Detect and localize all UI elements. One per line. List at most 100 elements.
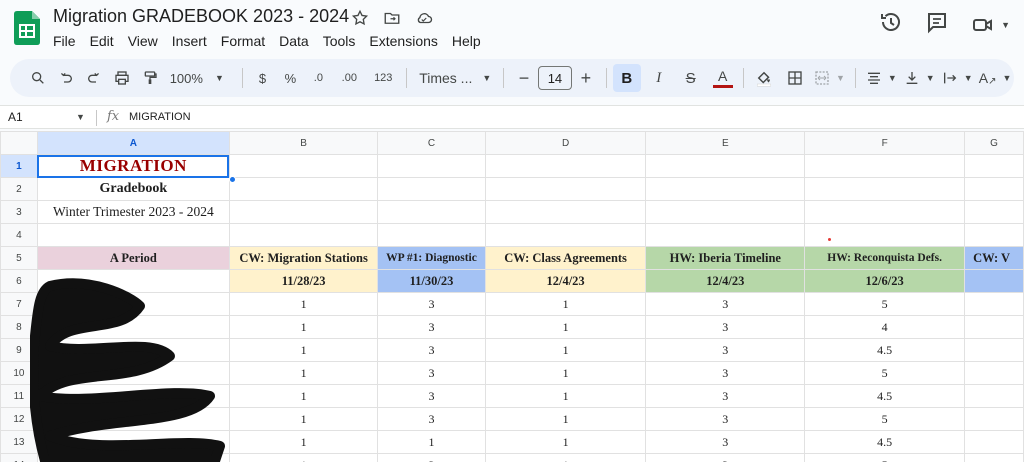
assignment-name[interactable]: HW: Iberia Timeline [645,246,806,270]
cell[interactable] [964,177,1024,201]
cell-a1-title[interactable]: MIGRATION [36,154,230,178]
sheets-logo-icon[interactable] [14,11,40,45]
cell[interactable] [645,200,806,224]
score-cell[interactable]: 4 [804,315,966,339]
score-cell[interactable]: 1 [228,384,379,408]
score-cell[interactable]: 3 [377,453,486,462]
menu-extensions[interactable]: Extensions [362,31,444,51]
undo-icon[interactable] [52,64,80,92]
paint-format-icon[interactable] [136,64,164,92]
menu-format[interactable]: Format [214,31,272,51]
score-cell[interactable]: 3 [645,315,806,339]
score-cell[interactable]: 1 [484,453,647,462]
cell[interactable] [804,200,966,224]
score-cell[interactable]: 1 [228,453,379,462]
score-cell[interactable]: 1 [484,338,647,362]
text-rotation-icon[interactable]: A ↗ ▼ [976,64,1014,92]
decrease-decimal-button[interactable]: .0 [304,64,332,92]
version-history-icon[interactable] [879,10,903,39]
score-cell[interactable]: 3 [645,338,806,362]
score-cell[interactable]: 4.5 [804,430,966,454]
assignment-date[interactable]: 11/30/23 [377,269,486,293]
score-cell[interactable]: 5 [804,407,966,431]
score-cell[interactable] [964,315,1024,339]
cell[interactable] [804,177,966,201]
menu-help[interactable]: Help [445,31,488,51]
score-cell[interactable] [964,361,1024,385]
row-header-4[interactable]: 4 [0,223,38,247]
bold-button[interactable]: B [612,64,641,92]
score-cell[interactable]: 3 [377,384,486,408]
score-cell[interactable]: 1 [484,315,647,339]
cell-a3-term[interactable]: Winter Trimester 2023 - 2024 [36,200,230,224]
score-cell[interactable]: 3 [645,361,806,385]
menu-file[interactable]: File [46,31,83,51]
cell[interactable] [36,223,230,247]
score-cell[interactable]: 1 [377,430,486,454]
score-cell[interactable]: 3 [645,292,806,316]
format-currency-button[interactable]: $ [249,64,277,92]
score-cell[interactable]: 1 [228,315,379,339]
print-icon[interactable] [108,64,136,92]
score-cell[interactable]: 3 [377,292,486,316]
cell[interactable] [645,177,806,201]
assignment-date[interactable]: 12/4/23 [484,269,647,293]
vertical-align-icon[interactable]: ▼ [900,64,938,92]
font-family-select[interactable]: Times ... ▼ [413,64,497,92]
score-cell[interactable]: 1 [484,384,647,408]
cell[interactable] [964,200,1024,224]
score-cell[interactable]: 4.5 [804,338,966,362]
cell[interactable] [804,154,966,178]
score-cell[interactable]: 1 [228,430,379,454]
horizontal-align-icon[interactable]: ▼ [862,64,900,92]
search-menus-icon[interactable] [24,64,52,92]
assignment-name[interactable]: HW: Reconquista Defs. [804,246,966,270]
chevron-down-icon[interactable]: ▼ [1001,20,1010,30]
zoom-select[interactable]: 100% ▼ [164,64,236,92]
assignment-name[interactable]: WP #1: Diagnostic [377,246,486,270]
row-header-5[interactable]: 5 [0,246,38,270]
cell[interactable] [377,200,486,224]
score-cell[interactable]: 3 [377,361,486,385]
borders-icon[interactable] [782,64,810,92]
score-cell[interactable]: 5 [804,453,966,462]
score-cell[interactable]: 1 [484,292,647,316]
assignment-name[interactable]: CW: Class Agreements [484,246,647,270]
score-cell[interactable] [964,453,1024,462]
score-cell[interactable]: 1 [484,407,647,431]
score-cell[interactable]: 3 [377,338,486,362]
meet-icon[interactable]: ▼ [971,13,1010,37]
cell[interactable] [228,223,379,247]
strikethrough-button[interactable]: S [677,64,705,92]
text-color-button[interactable]: A [709,64,737,92]
score-cell[interactable]: 3 [645,430,806,454]
score-cell[interactable]: 1 [228,407,379,431]
cloud-status-icon[interactable] [414,8,434,28]
score-cell[interactable]: 5 [804,292,966,316]
score-cell[interactable]: 1 [484,430,647,454]
decrease-font-size-icon[interactable]: − [510,64,538,92]
cell[interactable] [964,223,1024,247]
fill-color-icon[interactable] [750,64,778,92]
score-cell[interactable]: 4.5 [804,384,966,408]
cell[interactable] [228,177,379,201]
menu-edit[interactable]: Edit [83,31,121,51]
menu-insert[interactable]: Insert [165,31,214,51]
name-box[interactable]: A1 [8,110,23,124]
cell[interactable] [484,177,647,201]
score-cell[interactable]: 1 [484,361,647,385]
comment-marker[interactable] [828,238,831,241]
score-cell[interactable]: 1 [228,361,379,385]
cell[interactable] [964,154,1024,178]
column-header-d[interactable]: D [484,131,647,155]
column-header-e[interactable]: E [645,131,806,155]
score-cell[interactable]: 3 [645,407,806,431]
column-header-b[interactable]: B [228,131,379,155]
assignment-name[interactable]: CW: V [964,246,1024,270]
format-percent-button[interactable]: % [276,64,304,92]
score-cell[interactable] [964,292,1024,316]
move-to-folder-icon[interactable] [382,8,402,28]
score-cell[interactable]: 3 [377,315,486,339]
select-all-corner[interactable] [0,131,38,155]
menu-data[interactable]: Data [272,31,316,51]
